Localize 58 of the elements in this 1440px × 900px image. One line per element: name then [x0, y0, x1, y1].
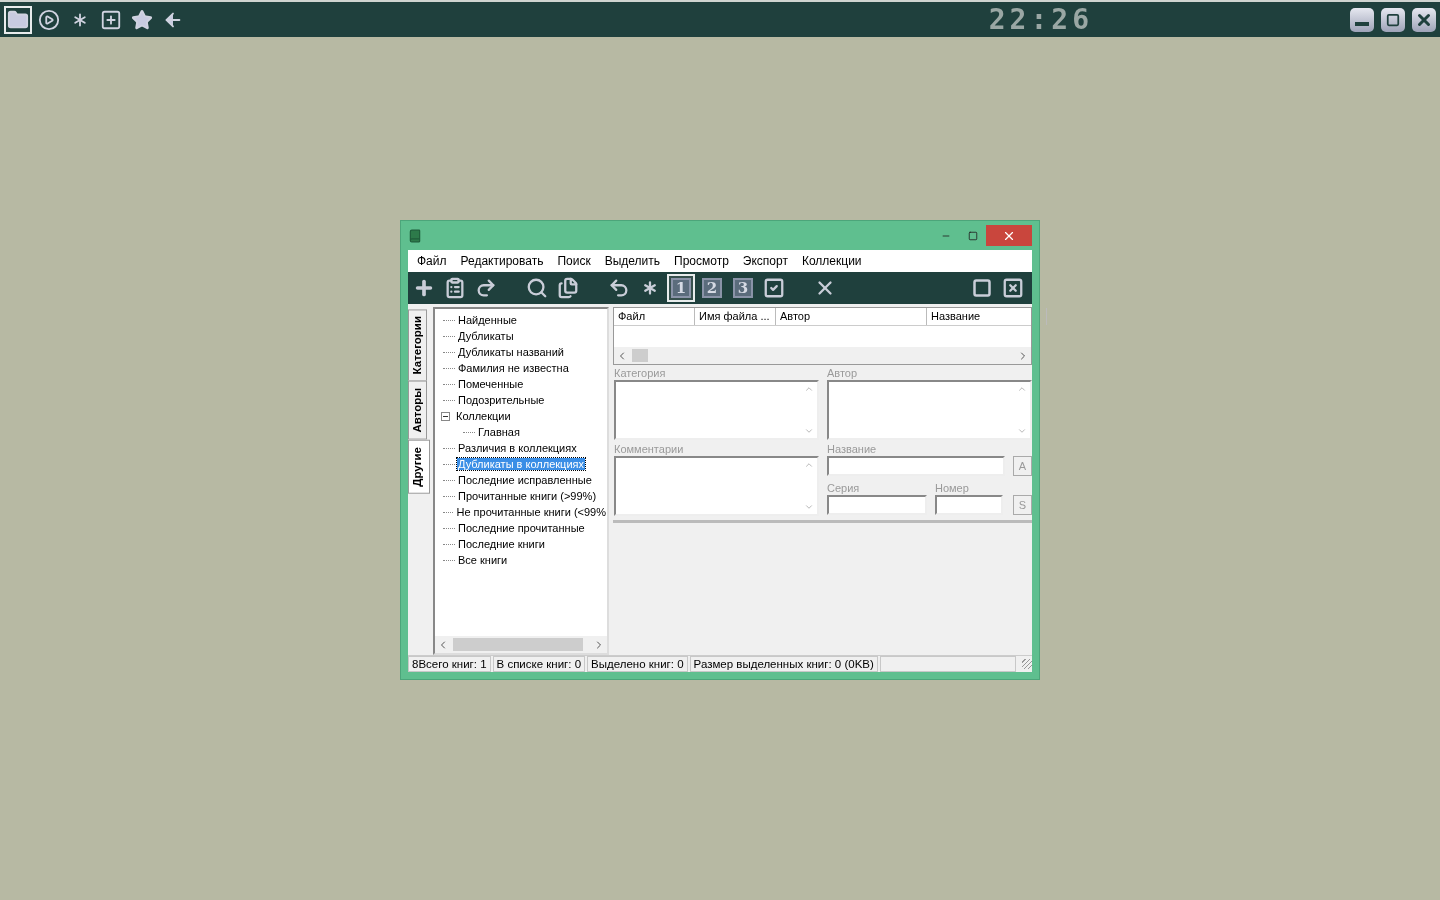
scrollbar-thumb[interactable]: [453, 638, 583, 651]
tree-item[interactable]: Дубликаты названий: [457, 346, 565, 358]
column-header[interactable]: Автор: [776, 308, 927, 325]
tree-item[interactable]: Коллекции: [455, 410, 512, 422]
status-text: В списке книг: 0: [492, 656, 586, 672]
tree-item[interactable]: Фамилия не известна: [457, 362, 570, 374]
tree-item[interactable]: Подозрительные: [457, 394, 546, 406]
tree-item[interactable]: Помеченные: [457, 378, 525, 390]
menu-item[interactable]: Поиск: [550, 254, 598, 268]
column-header[interactable]: Имя файла ...: [695, 308, 776, 325]
field-label: Комментарии: [614, 443, 685, 456]
minimize-icon: [1355, 21, 1369, 26]
horizontal-scrollbar[interactable]: [435, 636, 607, 653]
menu-item[interactable]: Редактировать: [453, 254, 551, 268]
folder-icon[interactable]: [4, 5, 32, 34]
column-header[interactable]: Файл: [614, 308, 695, 325]
menu-item[interactable]: Экспорт: [735, 254, 795, 268]
minimize-button[interactable]: [1350, 7, 1374, 32]
horizontal-scrollbar[interactable]: [614, 347, 1031, 364]
menu-item[interactable]: Коллекции: [794, 254, 869, 268]
status-text: Выделено книг: 0: [587, 656, 688, 672]
tree-item[interactable]: Главная: [477, 426, 521, 438]
maximize-button[interactable]: [1381, 7, 1405, 32]
tree-item[interactable]: Найденные: [457, 314, 518, 326]
menu-item[interactable]: Просмотр: [667, 254, 736, 268]
field-label: Название: [827, 443, 878, 456]
book-icon: [408, 228, 422, 243]
tree-item[interactable]: Последние прочитанные: [457, 522, 586, 534]
side-tab[interactable]: Авторы: [408, 381, 427, 440]
field-label: Номер: [935, 482, 970, 495]
tree-item[interactable]: Все книги: [457, 554, 509, 566]
resize-grip[interactable]: [1022, 659, 1032, 669]
side-tab[interactable]: Другие: [408, 440, 430, 494]
column-header[interactable]: Название: [927, 308, 1047, 325]
status-text: Размер выделенных книг: 0 (0KB): [689, 656, 878, 672]
collapse-toggle[interactable]: [441, 411, 450, 421]
menu-item[interactable]: Выделить: [597, 254, 668, 268]
close-button[interactable]: [1412, 7, 1436, 32]
tree-item[interactable]: Последние книги: [457, 538, 546, 550]
title-field[interactable]: [827, 456, 1005, 476]
field-label: Серия: [827, 482, 861, 495]
series-field[interactable]: [827, 495, 927, 515]
field-label: Категория: [614, 367, 667, 380]
tree-item[interactable]: Не прочитанные книги (<99%: [455, 506, 607, 518]
scrollbar-thumb[interactable]: [632, 349, 648, 362]
field-label: Автор: [827, 367, 859, 380]
tree-item[interactable]: Различия в коллекциях: [457, 442, 578, 454]
tree-item[interactable]: Прочитанные книги (>99%): [457, 490, 598, 502]
tree-item[interactable]: Дубликаты: [457, 330, 515, 342]
maximize-icon[interactable]: [967, 230, 978, 241]
side-tab[interactable]: Категории: [408, 309, 427, 382]
menu-item[interactable]: Файл: [410, 254, 454, 268]
status-text: 8Всего книг: 1: [408, 656, 491, 672]
view-button[interactable]: 1: [667, 274, 695, 302]
clock: 22:26: [988, 3, 1093, 36]
number-field[interactable]: [935, 495, 1003, 515]
maximize-icon: [1386, 12, 1400, 27]
tree-item[interactable]: Последние исправленные: [457, 474, 593, 486]
